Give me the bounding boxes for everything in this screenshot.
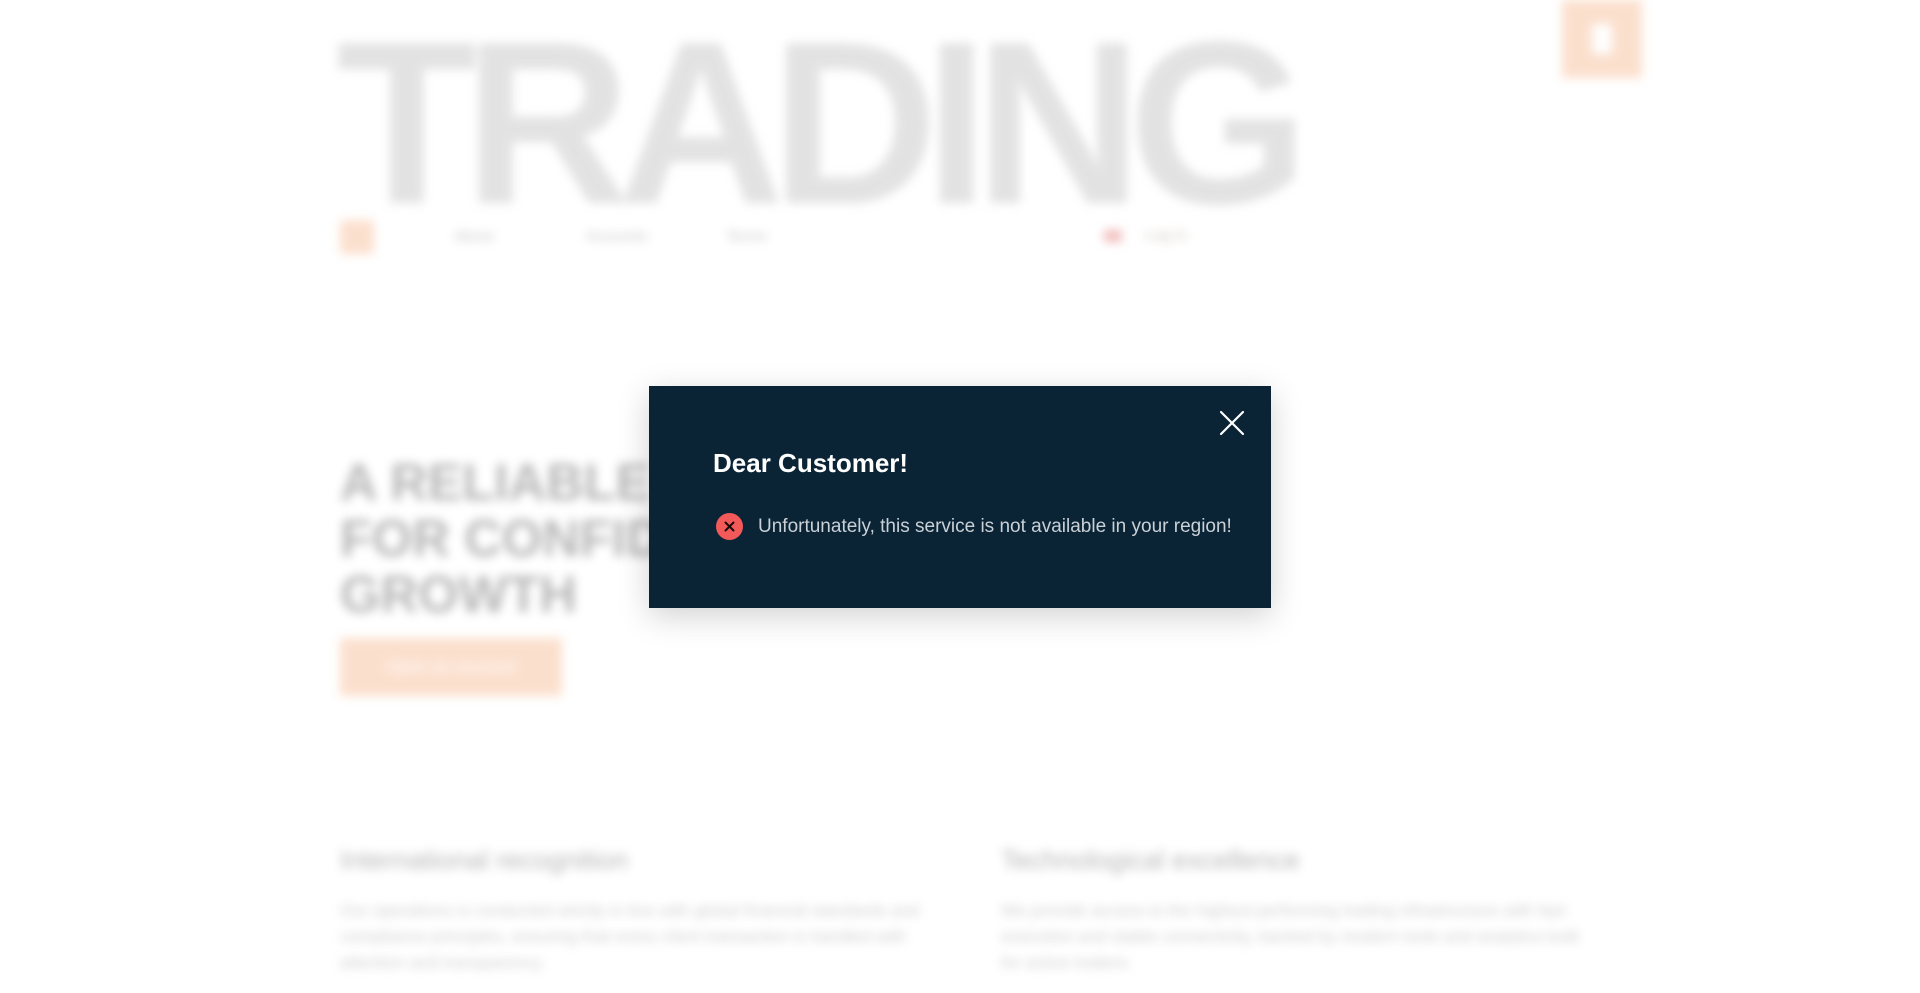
region-restriction-modal: Dear Customer! Unfortunately, this servi… — [649, 386, 1271, 608]
modal-message: Unfortunately, this service is not avail… — [716, 513, 1232, 540]
nav-item-terms[interactable]: Terms — [726, 228, 767, 245]
open-account-button[interactable]: Open an account — [340, 638, 562, 696]
corner-cta-icon — [1592, 24, 1612, 54]
login-link[interactable]: Log in — [1146, 227, 1187, 244]
modal-title: Dear Customer! — [713, 448, 909, 478]
feature-block: International recognition Our operations… — [340, 845, 930, 976]
close-icon[interactable] — [1217, 408, 1247, 438]
feature-title: Technological excellence — [1001, 845, 1300, 875]
feature-text: Our operations is conducted strictly in … — [340, 901, 920, 972]
error-circle-icon — [716, 513, 743, 540]
page: TRADING About Accounts Terms Log in A RE… — [0, 0, 1920, 993]
nav-item-about[interactable]: About — [454, 228, 493, 245]
modal-message-text: Unfortunately, this service is not avail… — [758, 515, 1232, 537]
nav-item-accounts[interactable]: Accounts — [586, 228, 648, 245]
hero-wordmark: TRADING — [336, 0, 1309, 253]
main-nav: About Accounts Terms Log in — [340, 218, 1220, 254]
language-flag-icon[interactable] — [1104, 230, 1122, 242]
feature-text: We provide access to the highest-perform… — [1001, 901, 1580, 972]
feature-block: Technological excellence We provide acce… — [1001, 845, 1591, 976]
feature-title: International recognition — [340, 845, 629, 875]
nav-logo[interactable] — [340, 220, 374, 254]
corner-cta-button[interactable] — [1562, 0, 1642, 78]
